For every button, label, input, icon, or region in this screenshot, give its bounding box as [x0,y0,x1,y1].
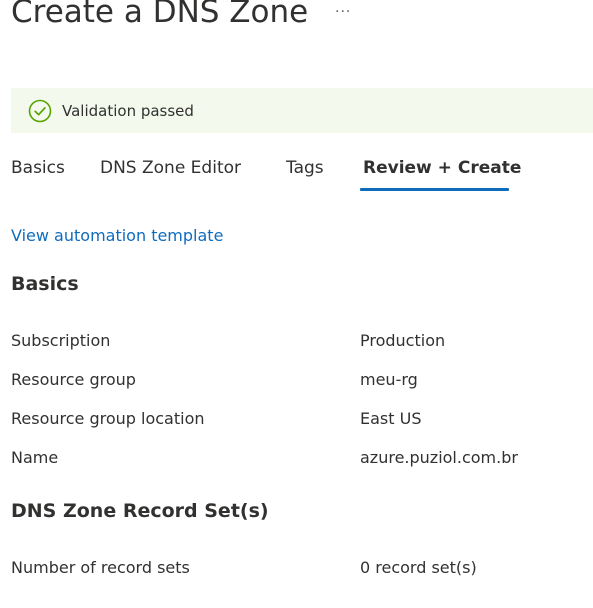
more-options-button[interactable]: ··· [335,4,351,20]
review-create-page: Create a DNS Zone ··· Validation passed … [0,0,593,608]
tab-dns-zone-editor[interactable]: DNS Zone Editor [100,155,241,191]
active-tab-indicator [360,188,509,191]
section-title-record-sets: DNS Zone Record Set(s) [11,500,269,522]
validation-banner: Validation passed [11,88,593,133]
name-label: Name [11,448,59,467]
resource-group-label: Resource group [11,370,136,389]
tab-bar: Basics DNS Zone Editor Tags Review + Cre… [0,155,593,193]
resource-group-location-label: Resource group location [11,409,205,428]
tab-review-create[interactable]: Review + Create [363,155,521,191]
view-automation-template-link[interactable]: View automation template [11,226,223,245]
validation-message: Validation passed [62,101,194,120]
record-sets-count-value: 0 record set(s) [360,558,477,577]
resource-group-value: meu-rg [360,370,418,389]
page-title: Create a DNS Zone [11,0,309,30]
tab-tags[interactable]: Tags [286,155,324,191]
resource-group-location-value: East US [360,409,422,428]
section-title-basics: Basics [11,273,79,295]
name-value: azure.puziol.com.br [360,448,518,467]
record-sets-count-label: Number of record sets [11,558,190,577]
check-circle-icon [28,99,52,122]
tab-basics[interactable]: Basics [11,155,65,191]
subscription-value: Production [360,331,446,350]
subscription-label: Subscription [11,331,111,350]
